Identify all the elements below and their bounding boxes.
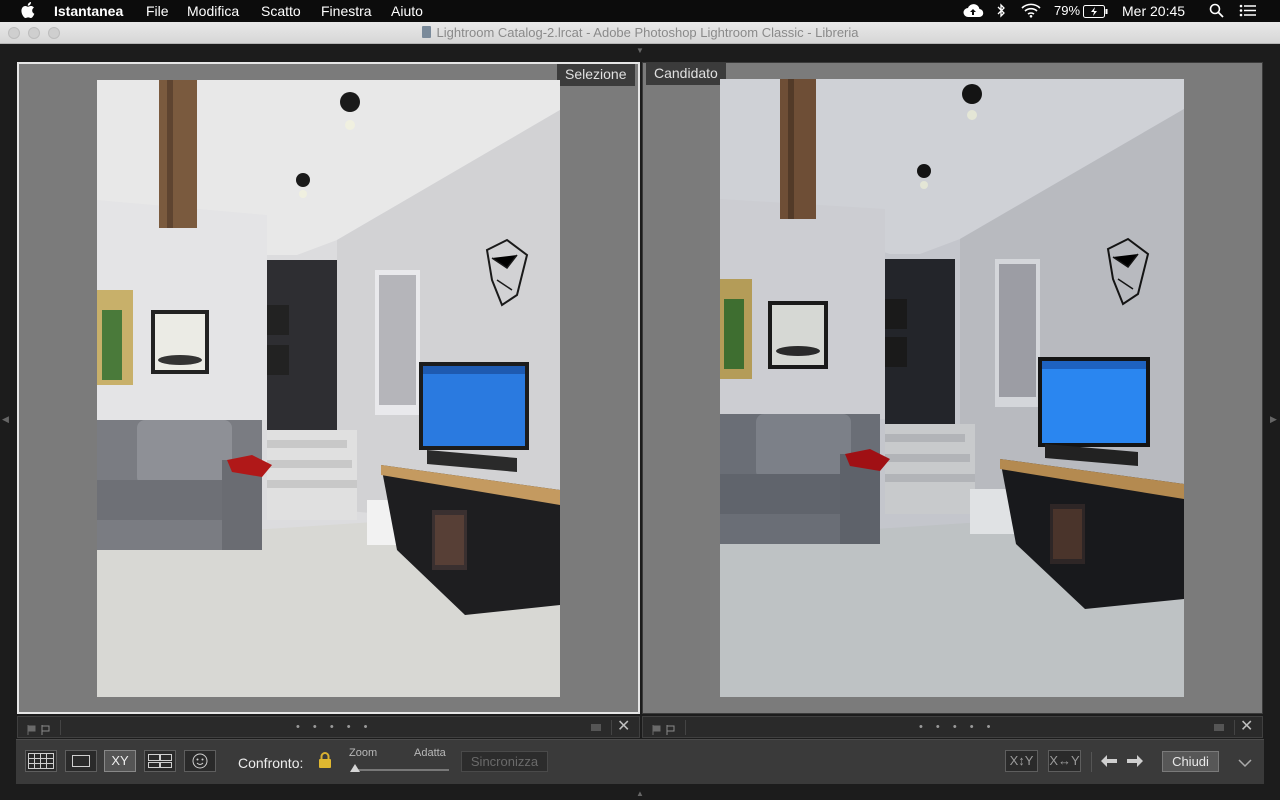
info-divider [60,720,61,735]
survey-icon [148,754,172,768]
window-title-wrap: Lightroom Catalog-2.lrcat - Adobe Photos… [0,25,1280,40]
close-icon[interactable]: ✕ [1240,718,1253,736]
info-divider [611,720,612,735]
flag-pick-icon[interactable] [41,722,50,735]
grid-icon [28,753,54,769]
zoom-slider-handle[interactable] [350,764,360,772]
next-arrow-icon[interactable] [1126,754,1144,772]
select-label: Selezione [557,64,635,86]
info-divider [1234,720,1235,735]
loupe-view-button[interactable] [65,750,97,772]
zoom-label: Zoom [349,747,378,759]
left-panel-toggle-icon[interactable]: ◀ [2,414,9,425]
rating-dots[interactable]: • • • • • [296,721,372,733]
face-icon [192,753,208,769]
candidate-pane[interactable]: Candidato [642,62,1263,714]
candidate-photo[interactable] [720,79,1184,697]
flag-reject-icon[interactable] [27,722,36,735]
lock-icon[interactable] [318,751,332,769]
sync-button[interactable]: Sincronizza [461,751,548,772]
cloud-upload-icon[interactable] [962,3,984,22]
compare-view: ▼ ◀ ▶ Selezione Candidato • • • • • ✕ • … [0,44,1280,800]
people-view-button[interactable] [184,750,216,772]
close-button[interactable]: Chiudi [1162,751,1219,772]
grid-view-button[interactable] [25,750,57,772]
bluetooth-icon[interactable] [996,3,1006,22]
compare-label: Confronto: [238,755,304,771]
candidate-label: Candidato [646,63,726,85]
swap-button[interactable]: X↔Y [1048,750,1081,772]
zoom-slider-track[interactable] [355,769,449,771]
compare-toolbar: XY Confronto: Zoom Adatta Sincronizza X↕… [16,739,1264,784]
select-photo[interactable] [97,80,560,697]
rating-dots[interactable]: • • • • • [919,721,995,733]
wifi-icon[interactable] [1021,3,1041,22]
flag-reject-icon[interactable] [652,722,661,735]
survey-view-button[interactable] [144,750,176,772]
bottom-panel-toggle-icon[interactable]: ▲ [636,789,644,798]
select-pane[interactable]: Selezione [17,62,640,714]
app-menu[interactable]: Istantanea [54,2,123,20]
toolbar-divider [1091,752,1092,772]
notification-list-icon[interactable] [1239,3,1257,22]
battery-percent: 79% [1054,3,1081,18]
loupe-icon [72,755,90,767]
flag-pick-icon[interactable] [666,722,675,735]
right-panel-toggle-icon[interactable]: ▶ [1270,414,1277,425]
previous-arrow-icon[interactable] [1100,754,1118,772]
select-info-bar: • • • • • ✕ [17,716,640,738]
document-icon [421,26,431,38]
info-divider [685,720,686,735]
candidate-info-bar: • • • • • ✕ [642,716,1263,738]
compare-view-button[interactable]: XY [104,750,136,772]
menu-bar: Istantanea File Modifica Scatto Finestra… [0,0,1280,22]
fit-label: Adatta [414,747,446,759]
color-label-swatch[interactable] [1214,724,1224,731]
window-titlebar: Lightroom Catalog-2.lrcat - Adobe Photos… [0,22,1280,44]
color-label-swatch[interactable] [591,724,601,731]
menu-scatto[interactable]: Scatto [261,2,301,20]
toolbar-menu-chevron-icon[interactable] [1238,755,1252,773]
clock[interactable]: Mer 20:45 [1122,2,1185,20]
window-title: Lightroom Catalog-2.lrcat - Adobe Photos… [436,25,859,40]
top-panel-toggle-icon[interactable]: ▼ [636,46,644,55]
menu-aiuto[interactable]: Aiuto [391,2,423,20]
search-icon[interactable] [1209,3,1224,22]
menu-file[interactable]: File [146,2,169,20]
menu-modifica[interactable]: Modifica [187,2,239,20]
close-icon[interactable]: ✕ [617,718,630,736]
apple-logo-icon[interactable] [20,1,35,23]
menu-finestra[interactable]: Finestra [321,2,372,20]
make-select-button[interactable]: X↕Y [1005,750,1038,772]
battery-charging-icon[interactable] [1083,4,1108,22]
